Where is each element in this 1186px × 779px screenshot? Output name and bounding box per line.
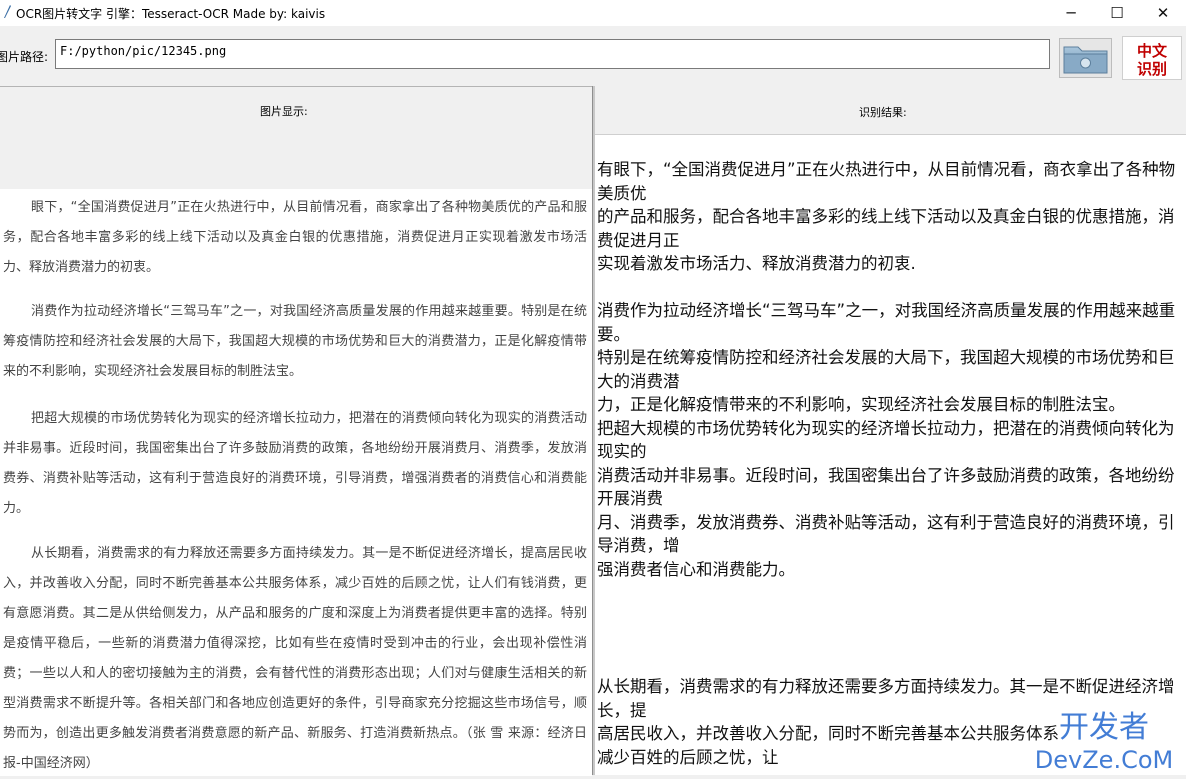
result-textbox[interactable]: 有眼下，“全国消费促进月”正在火热进行中，从目前情况看，商衣拿出了各种物美质优 …: [597, 158, 1183, 769]
ocr-button-line2: 识别: [1137, 60, 1167, 78]
path-label: 图片路径:: [0, 50, 49, 64]
ocr-button-line1: 中文: [1137, 42, 1168, 60]
image-display-panel: 图片显示: 眼下，“全国消费促进月”正在火热进行中，从目前情况看，商家拿出了各种…: [0, 86, 592, 776]
site-watermark: 开发者 DevZe.CoM: [1035, 710, 1173, 774]
title-bar: OCR图片转文字 引擎：Tesseract-OCR Made by: kaivi…: [0, 0, 1186, 26]
image-display-label: 图片显示:: [260, 105, 308, 118]
image-paragraph-4: 从长期看，消费需求的有力释放还需要多方面持续发力。其一是不断促进经济增长，提高居…: [3, 546, 587, 771]
path-input[interactable]: F:/python/pic/12345.png: [55, 39, 1050, 69]
window-title: OCR图片转文字 引擎：Tesseract-OCR Made by: kaivi…: [16, 7, 326, 21]
image-preview: 眼下，“全国消费促进月”正在火热进行中，从目前情况看，商家拿出了各种物美质优的产…: [0, 189, 592, 775]
result-panel: 识别结果: 有眼下，“全国消费促进月”正在火热进行中，从目前情况看，商衣拿出了各…: [595, 86, 1186, 775]
result-label: 识别结果:: [859, 106, 907, 119]
minimize-button[interactable]: ─: [1048, 0, 1094, 26]
ocr-icon: 中文 识别: [1137, 42, 1168, 78]
path-toolbar: 图片路径: F:/python/pic/12345.png 中文 识别: [0, 26, 1186, 84]
feather-icon: [4, 5, 11, 18]
watermark-line1: 开发者: [1059, 710, 1149, 745]
folder-icon: [1063, 46, 1108, 74]
watermark-line2: DevZe.CoM: [1035, 746, 1173, 774]
image-paragraph-3: 把超大规模的市场优势转化为现实的经济增长拉动力，把潜在的消费倾向转化为现实的消费…: [3, 411, 587, 516]
image-paragraph-1: 眼下，“全国消费促进月”正在火热进行中，从目前情况看，商家拿出了各种物美质优的产…: [3, 200, 587, 275]
close-button[interactable]: ✕: [1140, 0, 1186, 26]
open-folder-button[interactable]: [1059, 38, 1112, 78]
ocr-recognize-button[interactable]: 中文 识别: [1122, 36, 1182, 80]
maximize-button[interactable]: ☐: [1094, 0, 1140, 26]
result-header: 识别结果:: [595, 86, 1186, 135]
image-display-header: 图片显示:: [0, 87, 592, 189]
image-paragraph-2: 消费作为拉动经济增长“三驾马车”之一，对我国经济高质量发展的作用越来越重要。特别…: [3, 304, 587, 379]
